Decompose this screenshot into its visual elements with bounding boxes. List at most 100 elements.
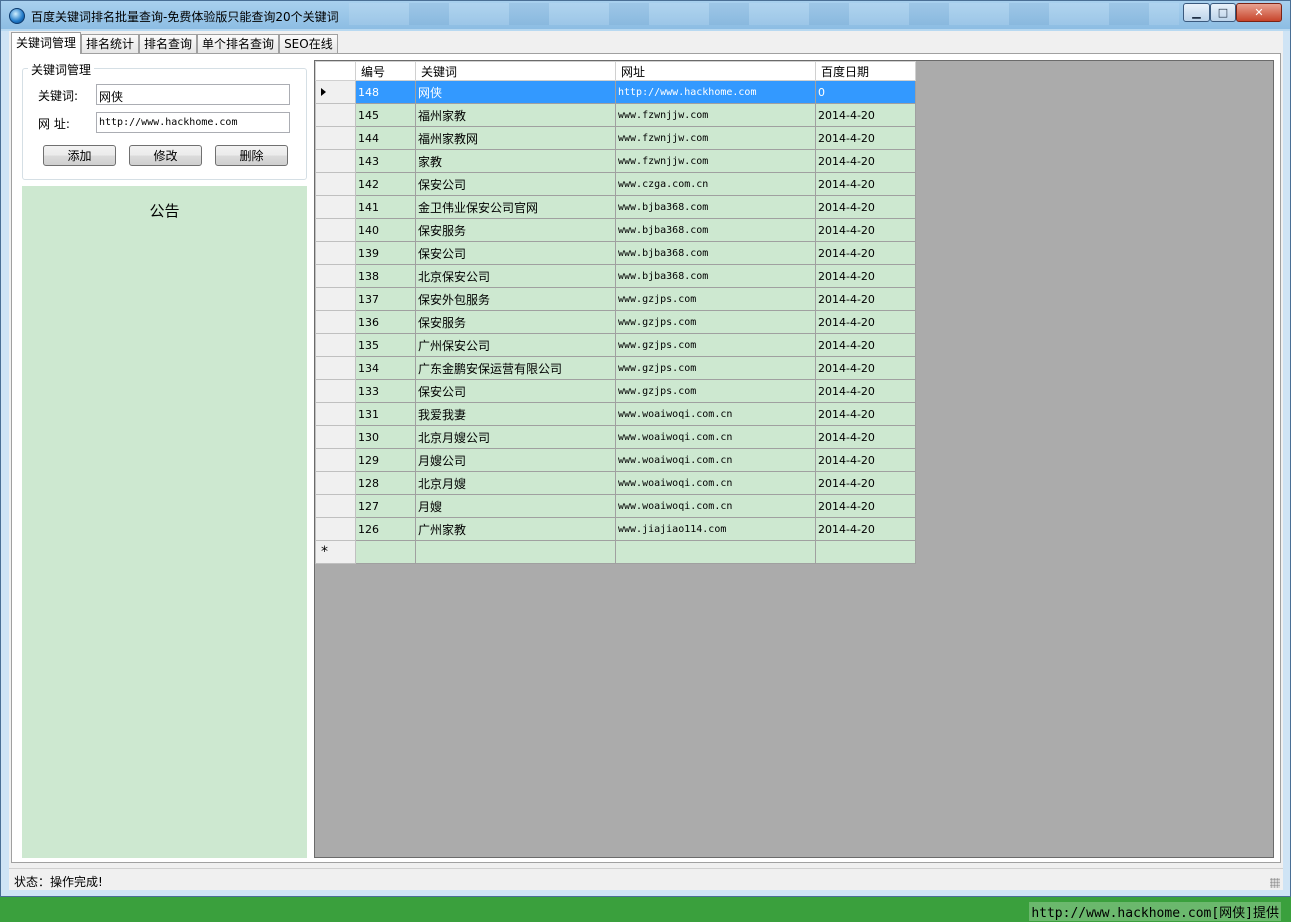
row-header[interactable] (315, 264, 356, 288)
column-header-baidu-date[interactable]: 百度日期 (815, 61, 916, 81)
cell-date[interactable]: 2014-4-20 (815, 425, 916, 449)
table-row[interactable]: 134 广东金鹏安保运营有限公司 www.gzjps.com 2014-4-20 (315, 356, 916, 380)
resize-grip-icon[interactable] (1270, 878, 1280, 888)
cell-id[interactable]: 131 (355, 402, 416, 426)
new-row-cell[interactable] (615, 540, 816, 564)
column-header-url[interactable]: 网址 (615, 61, 816, 81)
cell-keyword[interactable]: 福州家教网 (415, 126, 616, 150)
cell-date[interactable]: 0 (815, 80, 916, 104)
cell-id[interactable]: 137 (355, 287, 416, 311)
column-header-id[interactable]: 编号 (355, 61, 416, 81)
row-header[interactable] (315, 218, 356, 242)
title-bar[interactable]: 百度关键词排名批量查询-免费体验版只能查询20个关键词 ▁ □ ✕ (1, 1, 1290, 29)
cell-url[interactable]: www.gzjps.com (615, 333, 816, 357)
row-header[interactable] (315, 356, 356, 380)
cell-url[interactable]: www.woaiwoqi.com.cn (615, 425, 816, 449)
cell-date[interactable]: 2014-4-20 (815, 149, 916, 173)
cell-id[interactable]: 140 (355, 218, 416, 242)
cell-date[interactable]: 2014-4-20 (815, 195, 916, 219)
table-row[interactable]: 130 北京月嫂公司 www.woaiwoqi.com.cn 2014-4-20 (315, 425, 916, 449)
url-input[interactable]: http://www.hackhome.com (96, 112, 290, 133)
tab-seo-online[interactable]: SEO在线 (279, 34, 338, 54)
row-header[interactable] (315, 517, 356, 541)
cell-keyword[interactable]: 月嫂 (415, 494, 616, 518)
tab-rank-statistics[interactable]: 排名统计 (81, 34, 140, 54)
cell-keyword[interactable]: 广州保安公司 (415, 333, 616, 357)
cell-url[interactable]: www.czga.com.cn (615, 172, 816, 196)
cell-url[interactable]: www.woaiwoqi.com.cn (615, 494, 816, 518)
cell-url[interactable]: www.bjba368.com (615, 195, 816, 219)
cell-date[interactable]: 2014-4-20 (815, 356, 916, 380)
cell-date[interactable]: 2014-4-20 (815, 448, 916, 472)
cell-url[interactable]: www.woaiwoqi.com.cn (615, 402, 816, 426)
table-row[interactable]: 141 金卫伟业保安公司官网 www.bjba368.com 2014-4-20 (315, 195, 916, 219)
cell-url[interactable]: http://www.hackhome.com (615, 80, 816, 104)
cell-date[interactable]: 2014-4-20 (815, 379, 916, 403)
cell-date[interactable]: 2014-4-20 (815, 471, 916, 495)
cell-id[interactable]: 144 (355, 126, 416, 150)
cell-keyword[interactable]: 广州家教 (415, 517, 616, 541)
cell-id[interactable]: 139 (355, 241, 416, 265)
table-row[interactable]: 139 保安公司 www.bjba368.com 2014-4-20 (315, 241, 916, 265)
cell-url[interactable]: www.bjba368.com (615, 264, 816, 288)
cell-id[interactable]: 127 (355, 494, 416, 518)
table-row[interactable]: 148 网侠 http://www.hackhome.com 0 (315, 80, 916, 104)
cell-date[interactable]: 2014-4-20 (815, 126, 916, 150)
new-row-header[interactable]: * (315, 540, 356, 564)
cell-keyword[interactable]: 广东金鹏安保运营有限公司 (415, 356, 616, 380)
cell-url[interactable]: www.gzjps.com (615, 287, 816, 311)
table-row[interactable]: 138 北京保安公司 www.bjba368.com 2014-4-20 (315, 264, 916, 288)
grid-corner[interactable] (315, 61, 356, 81)
delete-button[interactable]: 删除 (215, 145, 288, 166)
cell-url[interactable]: www.fzwnjjw.com (615, 149, 816, 173)
cell-keyword[interactable]: 月嫂公司 (415, 448, 616, 472)
cell-url[interactable]: www.woaiwoqi.com.cn (615, 471, 816, 495)
table-row[interactable]: 127 月嫂 www.woaiwoqi.com.cn 2014-4-20 (315, 494, 916, 518)
table-row[interactable]: 135 广州保安公司 www.gzjps.com 2014-4-20 (315, 333, 916, 357)
table-row[interactable]: 129 月嫂公司 www.woaiwoqi.com.cn 2014-4-20 (315, 448, 916, 472)
row-header[interactable] (315, 402, 356, 426)
table-row[interactable]: 128 北京月嫂 www.woaiwoqi.com.cn 2014-4-20 (315, 471, 916, 495)
row-header[interactable] (315, 241, 356, 265)
row-header[interactable] (315, 310, 356, 334)
cell-url[interactable]: www.jiajiao114.com (615, 517, 816, 541)
cell-url[interactable]: www.bjba368.com (615, 241, 816, 265)
cell-keyword[interactable]: 北京保安公司 (415, 264, 616, 288)
row-header[interactable] (315, 333, 356, 357)
cell-url[interactable]: www.gzjps.com (615, 310, 816, 334)
cell-id[interactable]: 138 (355, 264, 416, 288)
cell-keyword[interactable]: 保安公司 (415, 172, 616, 196)
cell-id[interactable]: 142 (355, 172, 416, 196)
cell-keyword[interactable]: 北京月嫂公司 (415, 425, 616, 449)
cell-date[interactable]: 2014-4-20 (815, 287, 916, 311)
table-row[interactable]: 140 保安服务 www.bjba368.com 2014-4-20 (315, 218, 916, 242)
tab-keyword-management[interactable]: 关键词管理 (11, 32, 82, 54)
row-header[interactable] (315, 195, 356, 219)
add-button[interactable]: 添加 (43, 145, 116, 166)
row-header[interactable] (315, 471, 356, 495)
cell-id[interactable]: 148 (355, 80, 416, 104)
cell-url[interactable]: www.bjba368.com (615, 218, 816, 242)
table-row[interactable]: 136 保安服务 www.gzjps.com 2014-4-20 (315, 310, 916, 334)
cell-id[interactable]: 143 (355, 149, 416, 173)
cell-id[interactable]: 134 (355, 356, 416, 380)
cell-date[interactable]: 2014-4-20 (815, 103, 916, 127)
cell-keyword[interactable]: 保安外包服务 (415, 287, 616, 311)
close-button[interactable]: ✕ (1236, 3, 1282, 22)
row-header[interactable] (315, 126, 356, 150)
row-header[interactable] (315, 379, 356, 403)
cell-id[interactable]: 129 (355, 448, 416, 472)
tab-rank-query[interactable]: 排名查询 (139, 34, 198, 54)
row-header[interactable] (315, 103, 356, 127)
table-row[interactable]: 144 福州家教网 www.fzwnjjw.com 2014-4-20 (315, 126, 916, 150)
table-row[interactable]: 131 我爱我妻 www.woaiwoqi.com.cn 2014-4-20 (315, 402, 916, 426)
cell-id[interactable]: 130 (355, 425, 416, 449)
row-header[interactable] (315, 172, 356, 196)
cell-id[interactable]: 141 (355, 195, 416, 219)
cell-keyword[interactable]: 网侠 (415, 80, 616, 104)
row-header[interactable] (315, 425, 356, 449)
new-row-cell[interactable] (415, 540, 616, 564)
cell-url[interactable]: www.fzwnjjw.com (615, 126, 816, 150)
cell-date[interactable]: 2014-4-20 (815, 517, 916, 541)
cell-keyword[interactable]: 金卫伟业保安公司官网 (415, 195, 616, 219)
